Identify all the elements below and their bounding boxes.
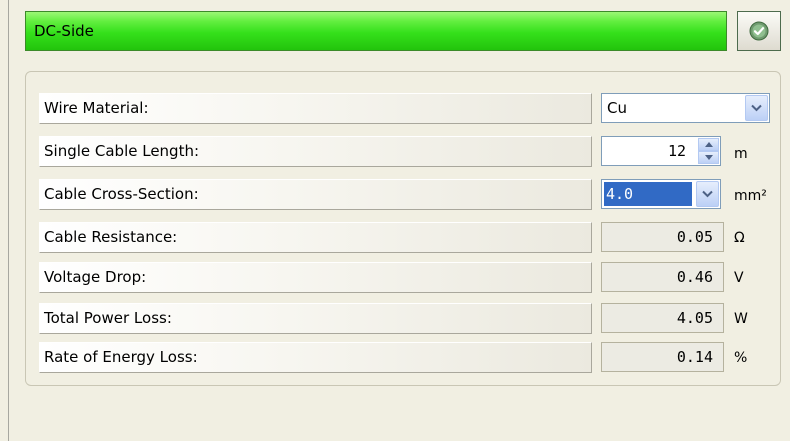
total-power-loss-field: 4.05: [601, 303, 724, 333]
length-unit: m: [734, 146, 748, 162]
voltage-drop-value: 0.46: [676, 268, 713, 286]
wire-material-dropdown-button[interactable]: [745, 95, 768, 121]
section-title: DC-Side: [34, 22, 94, 40]
total-power-loss-value: 4.05: [676, 309, 713, 327]
rate-energy-loss-label: Rate of Energy Loss:: [39, 342, 592, 373]
spinner-down-button[interactable]: [698, 151, 719, 164]
chevron-down-icon: [751, 104, 762, 112]
cable-cross-section-value: 4.0: [604, 182, 692, 206]
caret-down-icon: [705, 155, 713, 160]
percent-unit: %: [734, 350, 748, 366]
cable-resistance-field: 0.05: [601, 222, 724, 252]
wire-material-select[interactable]: Cu: [601, 93, 770, 123]
caret-up-icon: [705, 142, 713, 147]
spinner-up-button[interactable]: [698, 138, 719, 151]
single-cable-length-spinner[interactable]: 12: [601, 136, 721, 166]
voltage-drop-field: 0.46: [601, 262, 724, 292]
rate-energy-loss-field: 0.14: [601, 342, 724, 372]
section-header-dc-side: DC-Side: [25, 11, 727, 51]
cable-cross-section-select[interactable]: 4.0: [601, 179, 721, 209]
cable-cross-section-dropdown-button[interactable]: [696, 181, 719, 207]
cable-resistance-value: 0.05: [676, 228, 713, 246]
rate-energy-loss-value: 0.14: [676, 348, 713, 366]
total-power-loss-label: Total Power Loss:: [39, 303, 592, 334]
wire-material-value: Cu: [607, 99, 627, 117]
cable-resistance-label: Cable Resistance:: [39, 222, 592, 253]
cross-section-unit: mm²: [734, 188, 767, 204]
voltage-drop-label: Voltage Drop:: [39, 262, 592, 293]
single-cable-length-label: Single Cable Length:: [39, 136, 592, 167]
cable-cross-section-label: Cable Cross-Section:: [39, 179, 592, 210]
confirm-button[interactable]: [737, 11, 781, 51]
window-left-border: [0, 0, 9, 441]
power-unit: W: [734, 311, 748, 327]
single-cable-length-value: 12: [667, 142, 686, 160]
chevron-down-icon: [702, 190, 713, 198]
resistance-unit: Ω: [734, 230, 745, 246]
wire-material-label: Wire Material:: [39, 93, 592, 124]
check-circle-icon: [749, 21, 769, 45]
voltage-unit: V: [734, 270, 744, 286]
